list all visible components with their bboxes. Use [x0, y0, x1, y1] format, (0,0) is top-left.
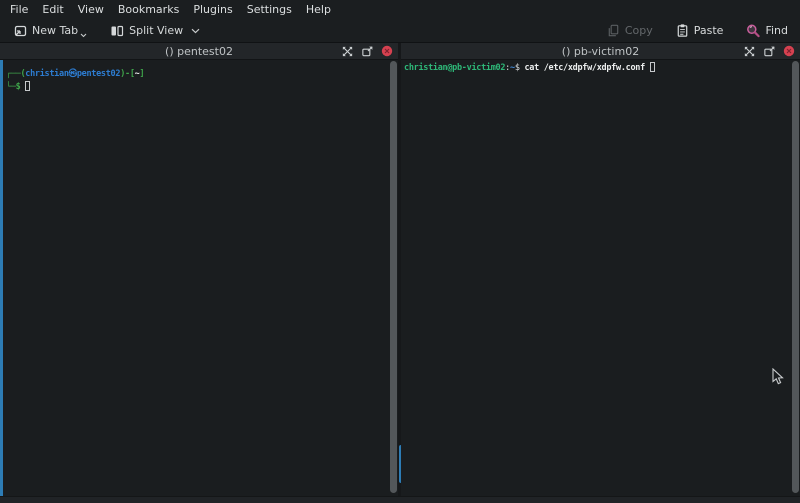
maximize-terminal-icon[interactable] — [743, 45, 756, 58]
split-view-container: () pentest02 — [0, 43, 800, 496]
find-icon — [745, 23, 761, 39]
pane-title: () pb-victim02 — [401, 45, 800, 58]
find-button[interactable]: Find — [741, 21, 792, 41]
menu-item-view[interactable]: View — [71, 1, 111, 18]
menu-item-bookmarks[interactable]: Bookmarks — [111, 1, 186, 18]
paste-button[interactable]: Paste — [671, 21, 728, 40]
detach-tab-icon[interactable] — [361, 45, 374, 58]
pane-pentest02: () pentest02 — [0, 43, 398, 496]
terminal-pb-victim02[interactable]: christian@pb-victim02:~$ cat /etc/xdpfw/… — [401, 60, 800, 496]
menu-item-edit[interactable]: Edit — [35, 1, 70, 18]
scrollbar-right-pane[interactable] — [792, 61, 799, 493]
close-terminal-button[interactable] — [381, 45, 393, 57]
terminal-line: christian@pb-victim02:~$ cat /etc/xdpfw/… — [404, 62, 788, 75]
close-terminal-button[interactable] — [783, 45, 795, 57]
copy-button[interactable]: Copy — [602, 21, 657, 40]
terminal-line: ┌──(christian㉿pentest02)-[~] — [6, 68, 384, 81]
terminal-pentest02[interactable]: ┌──(christian㉿pentest02)-[~]└─$ — [0, 60, 398, 496]
terminal-output: ┌──(christian㉿pentest02)-[~]└─$ — [0, 60, 398, 496]
pane-header-pentest02[interactable]: () pentest02 — [0, 43, 398, 60]
detach-tab-icon[interactable] — [763, 45, 776, 58]
split-view-label: Split View — [129, 24, 183, 37]
terminal-output: christian@pb-victim02:~$ cat /etc/xdpfw/… — [401, 60, 800, 496]
menu-item-help[interactable]: Help — [299, 1, 338, 18]
find-label: Find — [765, 24, 788, 37]
window-bottom-edge — [0, 496, 800, 503]
terminal-line: └─$ — [6, 81, 384, 94]
pane-title: () pentest02 — [0, 45, 398, 58]
pane-header-pb-victim02[interactable]: () pb-victim02 — [401, 43, 800, 60]
menu-item-file[interactable]: File — [3, 1, 35, 18]
pane-pb-victim02: () pb-victim02 — [401, 43, 800, 496]
copy-icon — [606, 23, 621, 38]
maximize-terminal-icon[interactable] — [341, 45, 354, 58]
menu-item-settings[interactable]: Settings — [240, 1, 299, 18]
paste-icon — [675, 23, 690, 38]
main-toolbar: New Tab Split View — [0, 19, 800, 43]
terminal-cursor — [25, 81, 30, 91]
new-tab-button[interactable]: New Tab — [8, 19, 91, 43]
split-view-button[interactable]: Split View — [105, 21, 204, 41]
scrollbar-thumb[interactable] — [390, 61, 397, 493]
split-view-dropdown-arrow[interactable] — [191, 24, 200, 37]
scrollbar-left-pane[interactable] — [390, 61, 397, 493]
scrollbar-thumb[interactable] — [792, 61, 799, 493]
split-view-icon — [109, 23, 125, 39]
copy-label: Copy — [625, 24, 653, 37]
menu-item-plugins[interactable]: Plugins — [186, 1, 239, 18]
terminal-cursor — [650, 62, 655, 72]
konsole-window: FileEditViewBookmarksPluginsSettingsHelp… — [0, 0, 800, 503]
new-tab-icon — [12, 23, 28, 39]
menu-bar: FileEditViewBookmarksPluginsSettingsHelp — [0, 0, 800, 19]
new-tab-dropdown-arrow[interactable] — [80, 28, 87, 41]
paste-label: Paste — [694, 24, 724, 37]
new-tab-label: New Tab — [32, 24, 78, 37]
